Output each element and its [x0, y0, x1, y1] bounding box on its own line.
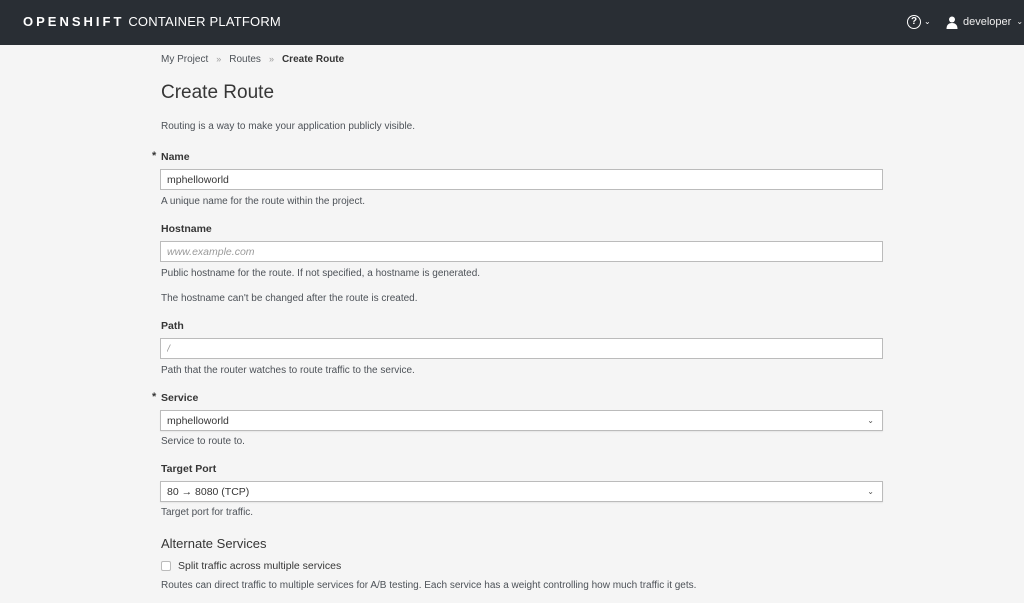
alternate-services-help: Routes can direct traffic to multiple se… [161, 580, 697, 591]
path-help: Path that the router watches to route tr… [161, 365, 415, 376]
split-traffic-option: Split traffic across multiple services [161, 559, 341, 572]
user-name: developer [963, 16, 1012, 28]
user-icon [946, 16, 958, 29]
service-label: Service [161, 392, 199, 404]
breadcrumb-my-project[interactable]: My Project [161, 54, 208, 65]
breadcrumb-current: Create Route [281, 53, 345, 65]
page-title: Create Route [161, 82, 275, 103]
page-intro: Routing is a way to make your applicatio… [161, 121, 416, 132]
target-port-label: Target Port [161, 463, 217, 475]
target-port-help: Target port for traffic. [161, 507, 254, 518]
breadcrumb-routes[interactable]: Routes [229, 54, 261, 65]
name-help: A unique name for the route within the p… [161, 196, 366, 207]
service-help: Service to route to. [161, 436, 245, 447]
help-menu-button[interactable]: ? ⌄ [907, 13, 931, 31]
path-label: Path [161, 320, 184, 332]
chevron-down-icon: ⌄ [1016, 17, 1024, 26]
user-menu-button[interactable]: developer ⌄ [946, 13, 1023, 31]
hostname-help: Public hostname for the route. If not sp… [161, 268, 481, 279]
split-traffic-checkbox[interactable] [161, 560, 171, 571]
breadcrumb-separator: » [216, 54, 222, 64]
chevron-down-icon: ⌄ [924, 17, 931, 26]
hostname-field[interactable] [160, 241, 883, 262]
path-field[interactable] [160, 338, 883, 359]
required-marker: * [152, 150, 157, 162]
target-port-selected-value: 80 → 8080 (TCP) [167, 485, 250, 498]
help-circle-icon: ? [907, 15, 921, 29]
service-select[interactable]: mphelloworld ⌄ [160, 410, 883, 431]
target-port-select[interactable]: 80 → 8080 (TCP) ⌄ [160, 481, 883, 502]
chevron-down-icon: ⌄ [867, 487, 874, 496]
hostname-label: Hostname [161, 223, 212, 235]
top-navbar: OPENSHIFT CONTAINER PLATFORM ? ⌄ develop… [0, 0, 1024, 45]
brand-light-text: CONTAINER PLATFORM [128, 14, 281, 29]
name-field[interactable] [160, 169, 883, 190]
alternate-services-heading: Alternate Services [161, 536, 267, 551]
breadcrumb-separator: » [268, 54, 274, 64]
brand-bold-text: OPENSHIFT [23, 14, 125, 29]
required-marker: * [152, 391, 157, 403]
split-traffic-label[interactable]: Split traffic across multiple services [178, 560, 341, 572]
brand-logo[interactable]: OPENSHIFT CONTAINER PLATFORM [23, 14, 281, 29]
hostname-help-immutable: The hostname can't be changed after the … [161, 293, 418, 304]
chevron-down-icon: ⌄ [867, 416, 874, 425]
service-selected-value: mphelloworld [167, 414, 229, 427]
name-label: Name [161, 151, 190, 163]
breadcrumb: My Project » Routes » Create Route [161, 53, 344, 65]
